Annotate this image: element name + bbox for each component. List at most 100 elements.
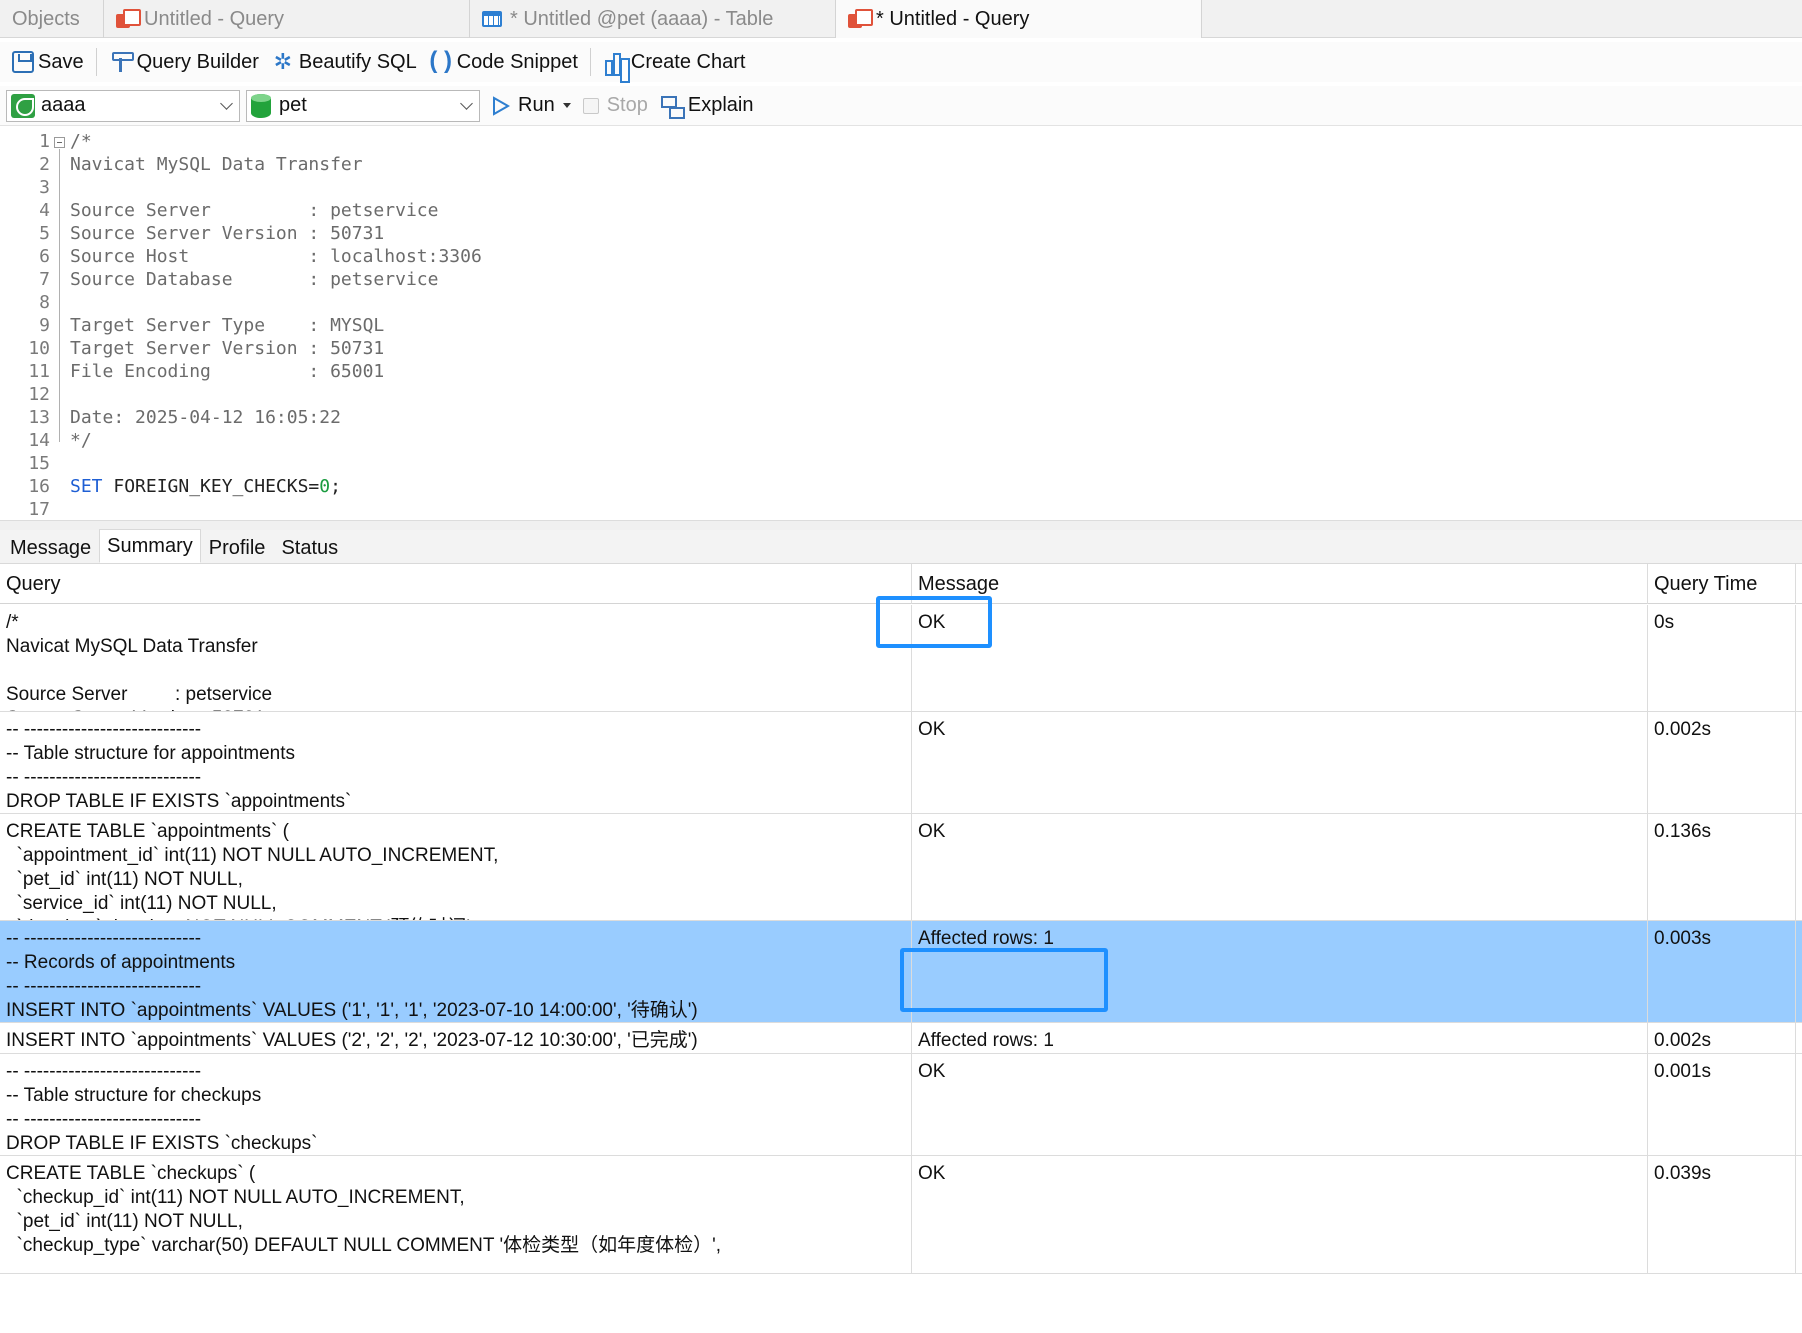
tab-status-label: Status (281, 536, 339, 559)
query-cell[interactable]: -- ---------------------------- -- Table… (0, 712, 912, 813)
table-row[interactable]: /* Navicat MySQL Data Transfer Source Se… (0, 605, 1802, 712)
editor-line[interactable]: 15 (0, 453, 1802, 476)
table-row[interactable]: -- ---------------------------- -- Table… (0, 1054, 1802, 1156)
line-number: 14 (28, 430, 50, 451)
query-time-cell[interactable]: 0.002s (1648, 712, 1796, 813)
table-row[interactable]: -- ---------------------------- -- Table… (0, 712, 1802, 814)
line-number: 15 (28, 453, 50, 474)
save-button[interactable]: Save (6, 46, 90, 78)
tab-objects[interactable]: Objects (0, 0, 104, 38)
editor-line[interactable]: 12 (0, 384, 1802, 407)
tab-summary-label: Summary (107, 534, 193, 557)
query-time-cell[interactable]: 0.039s (1648, 1156, 1796, 1273)
connection-select[interactable]: aaaa (6, 89, 240, 122)
query-icon (848, 9, 873, 29)
line-number: 5 (39, 223, 50, 244)
editor-line[interactable]: 2 Navicat MySQL Data Transfer (0, 154, 1802, 177)
line-number: 7 (39, 269, 50, 290)
table-row[interactable]: INSERT INTO `appointments` VALUES ('2', … (0, 1023, 1802, 1054)
editor-line[interactable]: 5 Source Server Version : 50731 (0, 223, 1802, 246)
table-row[interactable]: CREATE TABLE `checkups` ( `checkup_id` i… (0, 1156, 1802, 1274)
explain-button[interactable]: Explain (654, 90, 760, 122)
editor-line[interactable]: 16 SET FOREIGN_KEY_CHECKS=0; (0, 476, 1802, 499)
query-builder-icon (109, 50, 134, 74)
line-number: 2 (39, 154, 50, 175)
chevron-down-icon (220, 96, 233, 110)
editor-line[interactable]: 13 Date: 2025-04-12 16:05:22 (0, 407, 1802, 430)
magic-wand-icon: ✲ (273, 49, 293, 74)
tab-profile[interactable]: Profile (201, 533, 274, 563)
database-select[interactable]: pet (246, 89, 480, 122)
connection-value: aaaa (41, 94, 86, 116)
editor-line[interactable]: 8 (0, 292, 1802, 315)
editor-line[interactable]: 11 File Encoding : 65001 (0, 361, 1802, 384)
query-time-cell[interactable]: 0.136s (1648, 814, 1796, 920)
query-builder-button[interactable]: Query Builder (103, 46, 265, 78)
tab-message[interactable]: Message (2, 533, 99, 563)
code-snippet-button[interactable]: ( ) Code Snippet (423, 46, 584, 78)
query-cell[interactable]: INSERT INTO `appointments` VALUES ('2', … (0, 1023, 912, 1053)
database-value: pet (279, 94, 307, 116)
editor-line[interactable]: 7 Source Database : petservice (0, 269, 1802, 292)
editor-line[interactable]: 9 Target Server Type : MYSQL (0, 315, 1802, 338)
line-text: Source Server Version : 50731 (70, 223, 385, 244)
editor-line[interactable]: 3 (0, 177, 1802, 200)
stop-button[interactable]: Stop (577, 90, 654, 122)
query-time-cell[interactable]: 0s (1648, 605, 1796, 711)
message-cell[interactable]: OK (912, 605, 1648, 711)
sql-keyword: SET (70, 476, 103, 497)
explain-icon (660, 94, 685, 119)
line-text: Target Server Type : MYSQL (70, 315, 385, 336)
tab-untitled-table[interactable]: * Untitled @pet (aaaa) - Table (470, 0, 836, 38)
query-cell[interactable]: -- ---------------------------- -- Table… (0, 1054, 912, 1155)
run-label: Run (518, 94, 555, 116)
query-toolbar: Save Query Builder ✲ Beautify SQL ( ) Co… (0, 42, 1802, 82)
tab-status[interactable]: Status (273, 533, 346, 563)
fold-toggle-icon[interactable] (54, 137, 65, 148)
run-button[interactable]: Run (486, 90, 577, 122)
table-row[interactable]: CREATE TABLE `appointments` ( `appointme… (0, 814, 1802, 921)
editor-line[interactable]: 1 /* (0, 131, 1802, 154)
message-cell[interactable]: OK (912, 1054, 1648, 1155)
play-icon (493, 95, 510, 116)
tab-untitled-query-2[interactable]: * Untitled - Query (836, 0, 1202, 38)
code-snippet-label: Code Snippet (456, 50, 578, 73)
editor-line[interactable]: 6 Source Host : localhost:3306 (0, 246, 1802, 269)
line-number: 4 (39, 200, 50, 221)
line-number: 6 (39, 246, 50, 267)
query-time-cell[interactable]: 0.001s (1648, 1054, 1796, 1155)
editor-line[interactable]: 14 */ (0, 430, 1802, 453)
editor-line[interactable]: 4 Source Server : petservice (0, 200, 1802, 223)
query-time-cell[interactable]: 0.003s (1648, 921, 1796, 1022)
tab-untitled-query-1[interactable]: Untitled - Query (104, 0, 470, 38)
toolbar-divider (589, 48, 591, 76)
editor-line[interactable]: 17 (0, 499, 1802, 520)
create-chart-button[interactable]: Create Chart (597, 46, 752, 78)
bar-chart-icon (603, 50, 627, 76)
grid-header: Query Message Query Time (0, 564, 1802, 604)
message-cell[interactable]: OK (912, 1156, 1648, 1273)
column-header-message[interactable]: Message (912, 564, 1648, 604)
query-cell[interactable]: CREATE TABLE `appointments` ( `appointme… (0, 814, 912, 920)
query-time-cell[interactable]: 0.002s (1648, 1023, 1796, 1053)
dropdown-arrow-icon[interactable] (562, 103, 571, 108)
column-header-query[interactable]: Query (0, 564, 912, 604)
query-cell[interactable]: /* Navicat MySQL Data Transfer Source Se… (0, 605, 912, 711)
message-cell[interactable]: OK (912, 814, 1648, 920)
toolbar-divider (95, 48, 97, 76)
message-cell[interactable]: Affected rows: 1 (912, 1023, 1648, 1053)
sql-number: 0 (319, 476, 331, 497)
table-row[interactable]: -- ---------------------------- -- Recor… (0, 921, 1802, 1023)
beautify-sql-button[interactable]: ✲ Beautify SQL (265, 46, 423, 78)
tab-objects-label: Objects (12, 7, 80, 30)
query-cell[interactable]: CREATE TABLE `checkups` ( `checkup_id` i… (0, 1156, 912, 1273)
tab-summary[interactable]: Summary (99, 529, 201, 563)
query-cell[interactable]: -- ---------------------------- -- Recor… (0, 921, 912, 1022)
message-cell[interactable]: Affected rows: 1 (912, 921, 1648, 1022)
sql-editor[interactable]: 1 /* 2 Navicat MySQL Data Transfer 3 4 Source … (0, 128, 1802, 520)
line-text: Navicat MySQL Data Transfer (70, 154, 363, 175)
editor-line[interactable]: 10 Target Server Version : 50731 (0, 338, 1802, 361)
message-cell[interactable]: OK (912, 712, 1648, 813)
column-header-query-time[interactable]: Query Time (1648, 564, 1796, 604)
connection-toolbar: aaaa pet Run Stop Explain (0, 86, 1802, 126)
